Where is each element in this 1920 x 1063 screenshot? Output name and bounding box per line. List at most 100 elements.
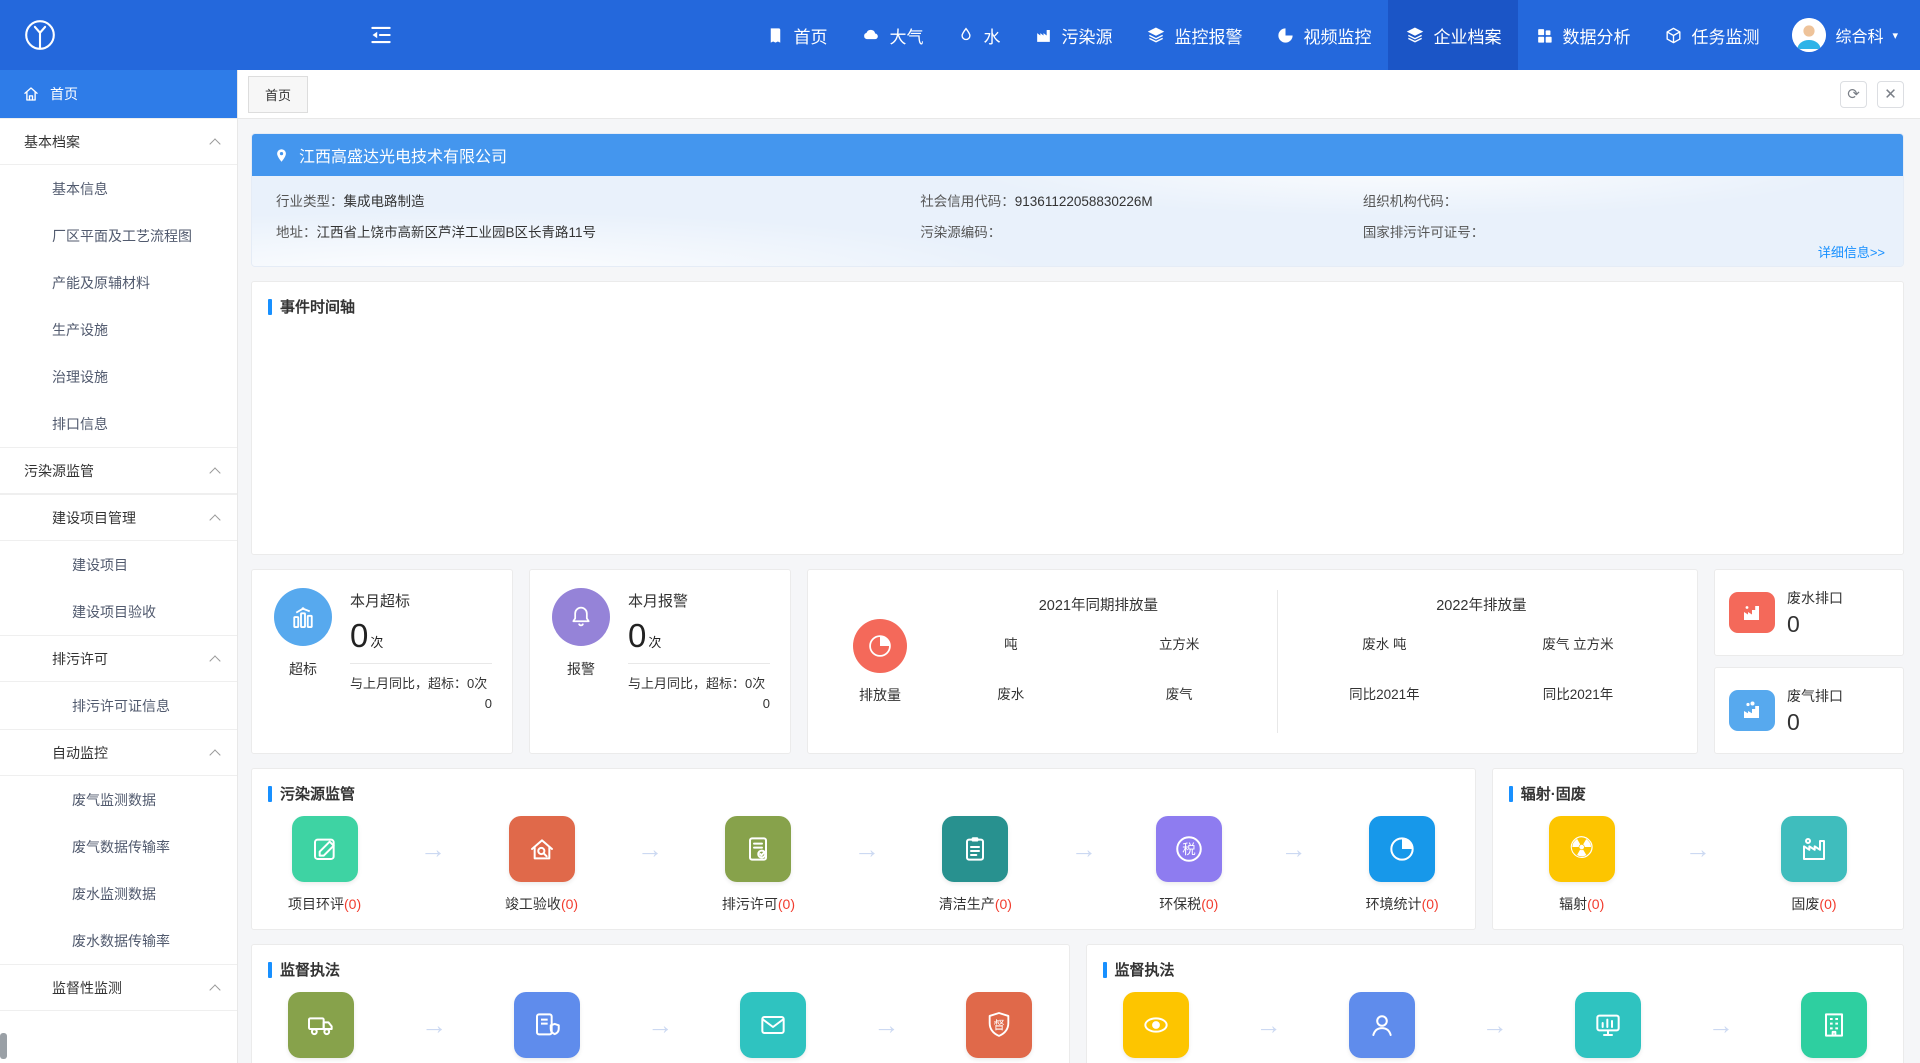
nav-item-home[interactable]: 首页 (749, 0, 844, 70)
exceed-icon-circle (274, 588, 332, 646)
completion-acceptance-tile[interactable] (509, 816, 575, 882)
source-code-field: 污染源编码： (920, 217, 1363, 248)
doc-check-icon (742, 833, 774, 865)
sidebar-group-basic-archive[interactable]: 基本档案 (0, 118, 237, 165)
alarm-value: 0次 (628, 617, 770, 655)
sidebar-item-project-acceptance[interactable]: 建设项目验收 (0, 588, 237, 635)
top-navbar: 首页 大气 水 污染源 监控报警 视频监控 企业档案 数据分析 (0, 0, 1920, 70)
flow-step-doc-shield (514, 992, 580, 1058)
sidebar-item-capacity-materials[interactable]: 产能及原辅材料 (0, 259, 237, 306)
sidebar-item-gas-monitor-data[interactable]: 废气监测数据 (0, 776, 237, 823)
env-tax-tile[interactable]: 税 (1156, 816, 1222, 882)
close-button[interactable]: ✕ (1877, 81, 1904, 108)
sidebar-item-water-transfer-rate[interactable]: 废水数据传输率 (0, 917, 237, 964)
section-accent-bar (268, 962, 272, 978)
sidebar-item-gas-transfer-rate[interactable]: 废气数据传输率 (0, 823, 237, 870)
nav-label: 任务监测 (1691, 23, 1759, 48)
sidebar-group-construction-project[interactable]: 建设项目管理 (0, 494, 237, 541)
sidebar-item-label: 废气数据传输率 (72, 837, 170, 857)
flow-step-monitor-chart (1575, 992, 1641, 1058)
building-tile[interactable] (1801, 992, 1867, 1058)
arrow-icon: → (1708, 992, 1734, 1058)
nav-item-monitor-alarm[interactable]: 监控报警 (1129, 0, 1259, 70)
sidebar-item-label: 排污许可证信息 (72, 696, 170, 716)
nav-item-pollution-source[interactable]: 污染源 (1017, 0, 1129, 70)
emission-icon-circle (853, 619, 907, 673)
sidebar-group-auto-monitor[interactable]: 自动监控 (0, 729, 237, 776)
bell-icon (567, 603, 595, 631)
arrow-icon: → (637, 816, 663, 882)
nav-item-video[interactable]: 视频监控 (1259, 0, 1388, 70)
person-icon (1366, 1009, 1398, 1041)
eia-tile[interactable] (292, 816, 358, 882)
sidebar-item-water-monitor-data[interactable]: 废水监测数据 (0, 870, 237, 917)
law-enforcement-panel-left: 监督执法 → → (251, 944, 1070, 1063)
refresh-button[interactable]: ⟳ (1840, 81, 1867, 108)
nav-item-air[interactable]: 大气 (844, 0, 940, 70)
monitor-chart-tile[interactable] (1575, 992, 1641, 1058)
tile-label: 竣工验收(0) (505, 894, 578, 914)
tile-label: 固废(0) (1791, 894, 1836, 914)
pie-icon (1276, 26, 1295, 45)
timeline-title: 事件时间轴 (280, 296, 355, 317)
sidebar-item-label: 首页 (50, 84, 78, 104)
chevron-up-icon (209, 655, 220, 666)
nav-item-enterprise-archive[interactable]: 企业档案 (1388, 0, 1518, 70)
sidebar-item-home[interactable]: 首页 (0, 70, 237, 118)
inspection-eye-tile[interactable] (1123, 992, 1189, 1058)
tab-home[interactable]: 首页 (248, 76, 308, 113)
sidebar: 首页 基本档案 基本信息 厂区平面及工艺流程图 产能及原辅材料 生产设施 治理设… (0, 70, 238, 1063)
alarm-compare-value: 0 (628, 696, 770, 711)
sidebar-item-basic-info[interactable]: 基本信息 (0, 165, 237, 212)
detail-info-link[interactable]: 详细信息>> (1818, 242, 1885, 261)
cube-icon (1664, 26, 1683, 45)
person-tile[interactable] (1349, 992, 1415, 1058)
user-menu[interactable]: 综合科 ▾ (1776, 18, 1920, 52)
book-icon (766, 26, 785, 45)
alarm-badge: 报警 (567, 659, 595, 679)
water-outlet-value: 0 (1787, 611, 1843, 638)
gas-outlet-label: 废气排口 (1787, 686, 1843, 706)
sidebar-item-permit-info[interactable]: 排污许可证信息 (0, 682, 237, 729)
gas-outlet-card: 废气排口 0 (1714, 667, 1904, 754)
tax-coin-icon: 税 (1172, 832, 1206, 866)
law-left-section-title: 监督执法 (280, 959, 340, 980)
supervise-shield-tile[interactable]: 督 (966, 992, 1032, 1058)
radiation-icon: ☢ (1568, 834, 1595, 864)
radiation-waste-panel: 辐射·固废 ☢ 辐射(0) → 固 (1492, 768, 1904, 930)
sidebar-collapse-button[interactable] (368, 22, 394, 48)
sidebar-item-construction-project[interactable]: 建设项目 (0, 541, 237, 588)
monthly-alarm-card: 报警 本月报警 0次 与上月同比，超标：0次 0 (529, 569, 791, 754)
scrollbar-thumb[interactable] (0, 1033, 7, 1059)
nav-item-data-analysis[interactable]: 数据分析 (1518, 0, 1647, 70)
event-timeline-panel: 事件时间轴 (251, 281, 1904, 555)
arrow-icon: → (647, 992, 673, 1058)
radiation-tile[interactable]: ☢ (1549, 816, 1615, 882)
discharge-permit-tile[interactable] (725, 816, 791, 882)
chevron-up-icon (209, 467, 220, 478)
nav-item-water[interactable]: 水 (940, 0, 1017, 70)
mail-tile[interactable] (740, 992, 806, 1058)
sidebar-item-outlet-info[interactable]: 排口信息 (0, 400, 237, 447)
doc-shield-tile[interactable] (514, 992, 580, 1058)
tile-label: 辐射(0) (1559, 894, 1604, 914)
env-statistics-tile[interactable] (1369, 816, 1435, 882)
section-accent-bar (1509, 786, 1513, 802)
avatar-person-icon (1792, 18, 1826, 52)
grid-icon (1535, 26, 1554, 45)
sidebar-item-production-facility[interactable]: 生产设施 (0, 306, 237, 353)
vehicle-tile[interactable] (288, 992, 354, 1058)
solid-waste-tile[interactable] (1781, 816, 1847, 882)
exceed-compare: 与上月同比，超标：0次 (350, 673, 492, 692)
sidebar-group-supervisory-monitor[interactable]: 监督性监测 (0, 964, 237, 1011)
building-icon (1818, 1009, 1850, 1041)
tile-label: 环境统计(0) (1366, 894, 1439, 914)
clean-production-tile[interactable] (942, 816, 1008, 882)
sidebar-item-plant-layout[interactable]: 厂区平面及工艺流程图 (0, 212, 237, 259)
pollution-supervision-panel: 污染源监管 项目环评(0) → (251, 768, 1476, 930)
sidebar-group-pollution-supervision[interactable]: 污染源监管 (0, 447, 237, 494)
sidebar-item-treatment-facility[interactable]: 治理设施 (0, 353, 237, 400)
arrow-icon: → (873, 992, 899, 1058)
nav-item-task-monitor[interactable]: 任务监测 (1647, 0, 1776, 70)
sidebar-group-discharge-permit[interactable]: 排污许可 (0, 635, 237, 682)
